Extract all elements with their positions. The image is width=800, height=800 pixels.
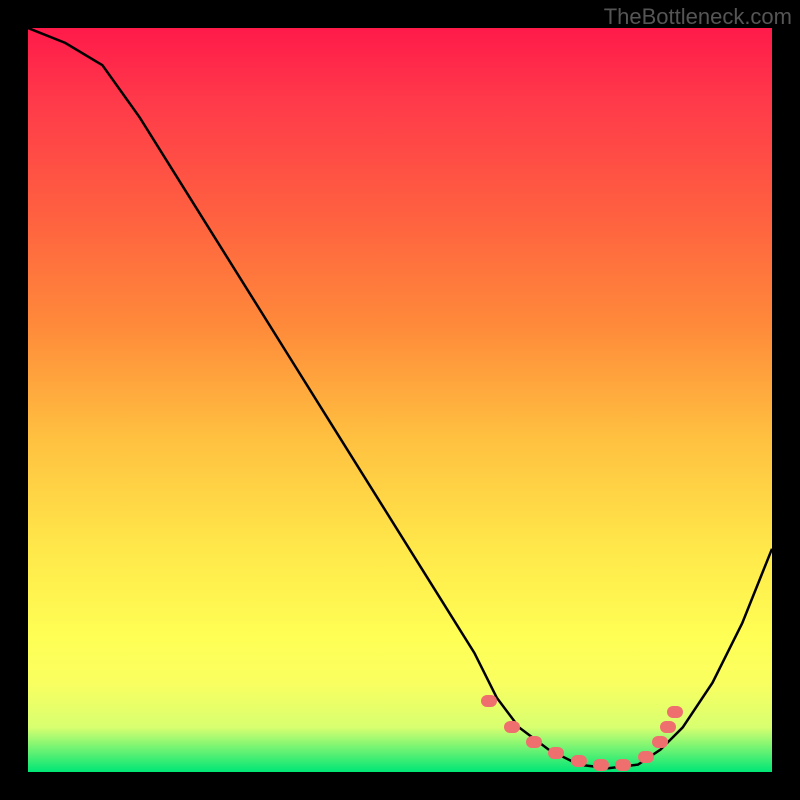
highlight-dot	[504, 721, 520, 733]
highlight-dot	[660, 721, 676, 733]
highlight-dot	[481, 695, 497, 707]
highlight-dot	[571, 755, 587, 767]
watermark-text: TheBottleneck.com	[604, 4, 792, 30]
highlight-dot	[526, 736, 542, 748]
highlight-dot	[652, 736, 668, 748]
chart-plot-area	[28, 28, 772, 772]
chart-highlight-dots	[28, 28, 772, 772]
highlight-dot	[548, 747, 564, 759]
highlight-dot	[638, 751, 654, 763]
highlight-dot	[593, 759, 609, 771]
highlight-dot	[615, 759, 631, 771]
highlight-dot	[667, 706, 683, 718]
